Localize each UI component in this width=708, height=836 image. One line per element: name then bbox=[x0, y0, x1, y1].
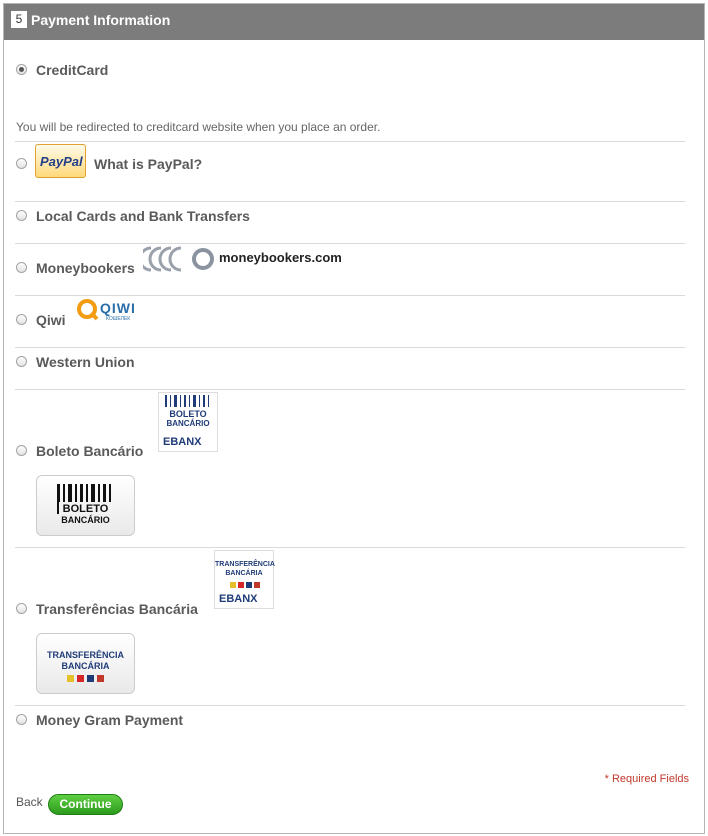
radio-creditcard[interactable] bbox=[16, 64, 27, 75]
boleto-big-line2: BANCÁRIO bbox=[61, 515, 110, 525]
transf-small-line2: BANCÁRIA bbox=[225, 570, 263, 577]
boleto-button-image[interactable]: BOLETO BANCÁRIO bbox=[36, 475, 135, 536]
transf-big-line1: TRANSFERÊNCIA bbox=[46, 650, 124, 660]
bank-icons bbox=[67, 675, 104, 682]
radio-moneybookers[interactable] bbox=[16, 262, 27, 273]
label-boleto[interactable]: Boleto Bancário bbox=[36, 443, 143, 459]
label-transferencias[interactable]: Transferências Bancária bbox=[36, 601, 198, 617]
label-moneybookers[interactable]: Moneybookers bbox=[36, 260, 135, 276]
paypal-logo[interactable]: PayPal bbox=[35, 144, 86, 178]
qiwi-logo: QIWI КОШЕЛЕК bbox=[76, 298, 140, 326]
label-local-cards[interactable]: Local Cards and Bank Transfers bbox=[36, 208, 250, 224]
radio-paypal[interactable] bbox=[16, 158, 27, 169]
transferencia-button-image[interactable]: TRANSFERÊNCIA BANCÁRIA bbox=[36, 633, 135, 694]
divider bbox=[15, 243, 685, 244]
divider bbox=[15, 201, 685, 202]
label-creditcard[interactable]: CreditCard bbox=[36, 62, 108, 78]
divider bbox=[15, 295, 685, 296]
boleto-small-line1: BOLETO bbox=[169, 409, 207, 419]
continue-button[interactable]: Continue bbox=[48, 794, 123, 815]
radio-boleto[interactable] bbox=[16, 445, 27, 456]
moneybookers-rings-icon bbox=[138, 246, 214, 272]
moneybookers-logo: moneybookers.com bbox=[138, 246, 358, 272]
divider bbox=[15, 389, 685, 390]
boleto-small-line2: BANCÁRIO bbox=[166, 419, 210, 428]
divider bbox=[15, 547, 685, 548]
label-moneygram[interactable]: Money Gram Payment bbox=[36, 712, 183, 728]
ebanx-logo-text: EBANX bbox=[163, 436, 202, 448]
panel-title: Payment Information bbox=[31, 12, 171, 28]
boleto-big-line1: BOLETO bbox=[62, 503, 109, 515]
panel-header: 5 Payment Information bbox=[4, 4, 704, 40]
required-fields-note: * Required Fields bbox=[604, 773, 689, 785]
bank-icons bbox=[230, 582, 260, 588]
radio-qiwi[interactable] bbox=[16, 314, 27, 325]
qiwi-logo-subtext: КОШЕЛЕК bbox=[106, 316, 131, 322]
divider bbox=[15, 141, 685, 142]
back-link[interactable]: Back bbox=[16, 795, 43, 809]
boleto-ebanx-logo: BOLETO BANCÁRIO EBANX bbox=[158, 392, 218, 452]
label-paypal[interactable]: What is PayPal? bbox=[94, 156, 202, 172]
label-qiwi[interactable]: Qiwi bbox=[36, 312, 66, 328]
radio-western-union[interactable] bbox=[16, 356, 27, 367]
transferencia-ebanx-logo: TRANSFERÊNCIA BANCÁRIA EBANX bbox=[214, 550, 275, 609]
label-western-union[interactable]: Western Union bbox=[36, 354, 135, 370]
radio-transferencias[interactable] bbox=[16, 603, 27, 614]
creditcard-redirect-note: You will be redirected to creditcard web… bbox=[16, 120, 381, 134]
radio-local-cards[interactable] bbox=[16, 210, 27, 221]
qiwi-logo-text: QIWI bbox=[100, 300, 136, 316]
barcode-icon bbox=[165, 395, 209, 407]
qiwi-circle-icon bbox=[77, 299, 99, 321]
ebanx-logo-text: EBANX bbox=[219, 593, 258, 605]
transf-small-line1: TRANSFERÊNCIA bbox=[215, 561, 275, 568]
moneybookers-logo-text: moneybookers.com bbox=[219, 250, 342, 265]
divider bbox=[15, 347, 685, 348]
radio-moneygram[interactable] bbox=[16, 714, 27, 725]
paypal-logo-text: PayPal bbox=[40, 154, 83, 169]
divider bbox=[15, 705, 685, 706]
transf-big-line2: BANCÁRIA bbox=[61, 661, 110, 671]
step-number: 5 bbox=[11, 11, 27, 28]
